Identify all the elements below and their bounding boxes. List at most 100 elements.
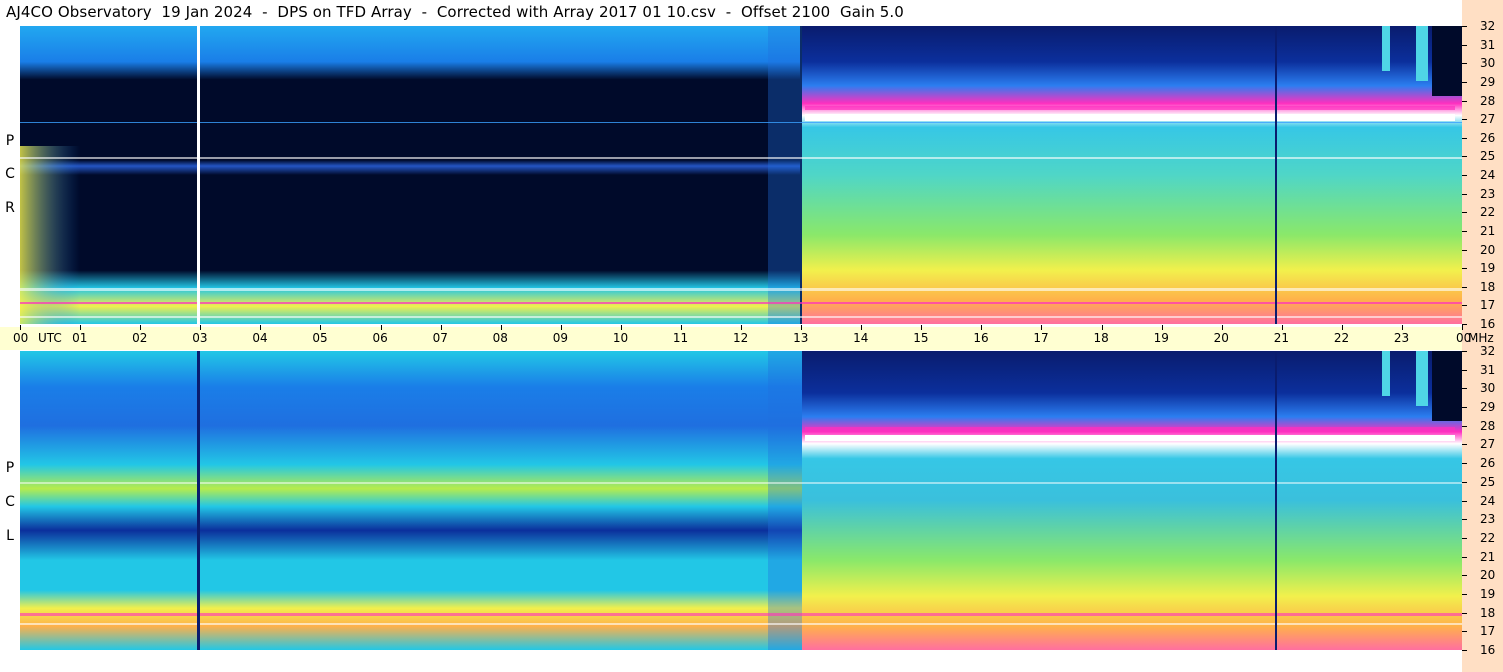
rcp-freq-label: 20 (1480, 242, 1496, 257)
utc-tick-label: 08 (492, 331, 508, 345)
rcp-freq-label: 26 (1480, 130, 1496, 145)
rcp-freq-tick (1462, 137, 1467, 139)
utc-tick-mark (1281, 325, 1283, 330)
utc-tick-mark (981, 325, 983, 330)
lcp-freq-tick (1462, 369, 1467, 371)
utc-tick-mark (440, 325, 442, 330)
rcp-freq-label: 25 (1480, 149, 1496, 164)
utc-tick-mark (140, 325, 142, 330)
rcp-freq-tick (1462, 193, 1467, 195)
utc-tick-label: 09 (552, 331, 569, 345)
utc-tick-mark (260, 325, 262, 330)
utc-tick-mark (620, 325, 622, 330)
rcp-freq-label: 18 (1480, 279, 1496, 294)
bottom-margin (0, 650, 1462, 672)
utc-tick-label: 23 (1393, 331, 1410, 345)
utc-tick-mark (200, 325, 202, 330)
rcp-freq-label: 27 (1480, 112, 1496, 127)
utc-tick-mark (1341, 325, 1343, 330)
lcp-freq-label: 28 (1480, 418, 1496, 433)
rcp-freq-tick (1462, 119, 1467, 121)
lcp-freq-label: 30 (1480, 381, 1496, 396)
utc-tick-label: 16 (973, 331, 989, 345)
lcp-label-c: C (5, 494, 15, 510)
utc-tick-mark (1041, 325, 1043, 330)
rcp-freq-label: 24 (1480, 168, 1496, 182)
rcp-freq-label: 28 (1480, 93, 1496, 108)
rcp-freq-label: 30 (1480, 56, 1496, 71)
rcp-freq-tick (1462, 156, 1467, 158)
spectrogram-rcp-image (20, 26, 1462, 324)
lcp-label-l: L (6, 528, 14, 544)
utc-tick-label: 19 (1153, 331, 1169, 345)
lcp-freq-tick (1462, 407, 1467, 409)
spectrogram-rcp (20, 26, 1462, 324)
lcp-freq-label: 17 (1480, 624, 1496, 639)
lcp-freq-label: 18 (1480, 605, 1496, 620)
utc-tick-label: 00 (13, 331, 29, 345)
utc-tick-label: 20 (1213, 331, 1229, 345)
rcp-freq-tick (1462, 63, 1467, 65)
lcp-freq-label: 26 (1480, 456, 1496, 471)
spectrogram-lcp-image (20, 351, 1462, 650)
utc-unit-label: UTC (38, 331, 62, 345)
lcp-freq-tick (1462, 481, 1467, 483)
utc-tick-label: 01 (72, 331, 88, 345)
utc-tick-label: 11 (672, 331, 689, 345)
lcp-freq-label: 19 (1480, 586, 1496, 601)
utc-tick-mark (1101, 325, 1103, 330)
lcp-freq-label: 22 (1480, 530, 1496, 545)
utc-tick-mark (1161, 325, 1163, 330)
utc-tick-label: 13 (793, 331, 809, 345)
utc-tick-mark (560, 325, 562, 330)
page-title: AJ4CO Observatory 19 Jan 2024 - DPS on T… (6, 3, 904, 21)
rcp-freq-tick (1462, 268, 1467, 270)
rcp-freq-label: 16 (1480, 317, 1496, 331)
utc-tick-mark (500, 325, 502, 330)
utc-tick-label: 21 (1273, 331, 1290, 345)
lcp-freq-label: 25 (1480, 474, 1496, 489)
lcp-freq-tick (1462, 519, 1467, 521)
rcp-freq-tick (1462, 305, 1467, 307)
lcp-freq-tick (1462, 593, 1467, 595)
utc-tick-label: 10 (612, 331, 629, 345)
lcp-freq-label: 23 (1480, 512, 1496, 527)
rcp-freq-tick (1462, 286, 1467, 288)
utc-tick-label: 18 (1093, 331, 1109, 345)
lcp-freq-label: 21 (1480, 549, 1496, 564)
title-bar: AJ4CO Observatory 19 Jan 2024 - DPS on T… (0, 0, 1462, 26)
rcp-label-r: R (5, 200, 15, 216)
rcp-label-c: C (5, 166, 15, 182)
lcp-freq-tick (1462, 537, 1467, 539)
utc-tick-label: 22 (1333, 331, 1350, 345)
utc-tick-mark (320, 325, 322, 330)
rcp-freq-tick (1462, 26, 1467, 27)
lcp-freq-label: 31 (1480, 362, 1496, 377)
utc-tick-mark (801, 325, 803, 330)
utc-tick-label: 02 (132, 331, 148, 345)
lcp-freq-label: 24 (1480, 493, 1496, 508)
rcp-freq-tick (1462, 81, 1467, 83)
rcp-freq-label: 21 (1480, 223, 1496, 238)
rcp-freq-label: 29 (1480, 74, 1496, 89)
utc-tick-mark (1462, 325, 1463, 330)
rcp-freq-tick (1462, 249, 1467, 251)
rcp-label-p: P (5, 133, 15, 149)
utc-tick-mark (380, 325, 382, 330)
lcp-freq-label: 16 (1480, 643, 1496, 657)
rcp-freq-label: 31 (1480, 37, 1496, 52)
utc-tick-mark (921, 325, 923, 330)
utc-tick-label: 14 (853, 331, 869, 345)
lcp-freq-label: 32 (1480, 344, 1496, 358)
utc-time-axis (0, 327, 1462, 350)
lcp-freq-tick (1462, 650, 1467, 651)
rcp-freq-tick (1462, 100, 1467, 102)
mhz-unit-label: MHz (1468, 331, 1494, 345)
utc-tick-label: 06 (372, 331, 388, 345)
rcp-freq-tick (1462, 324, 1467, 325)
utc-tick-mark (861, 325, 863, 330)
utc-tick-label: 03 (192, 331, 208, 345)
rcp-freq-label: 32 (1480, 19, 1496, 33)
lcp-freq-tick (1462, 612, 1467, 614)
lcp-freq-label: 29 (1480, 400, 1496, 415)
